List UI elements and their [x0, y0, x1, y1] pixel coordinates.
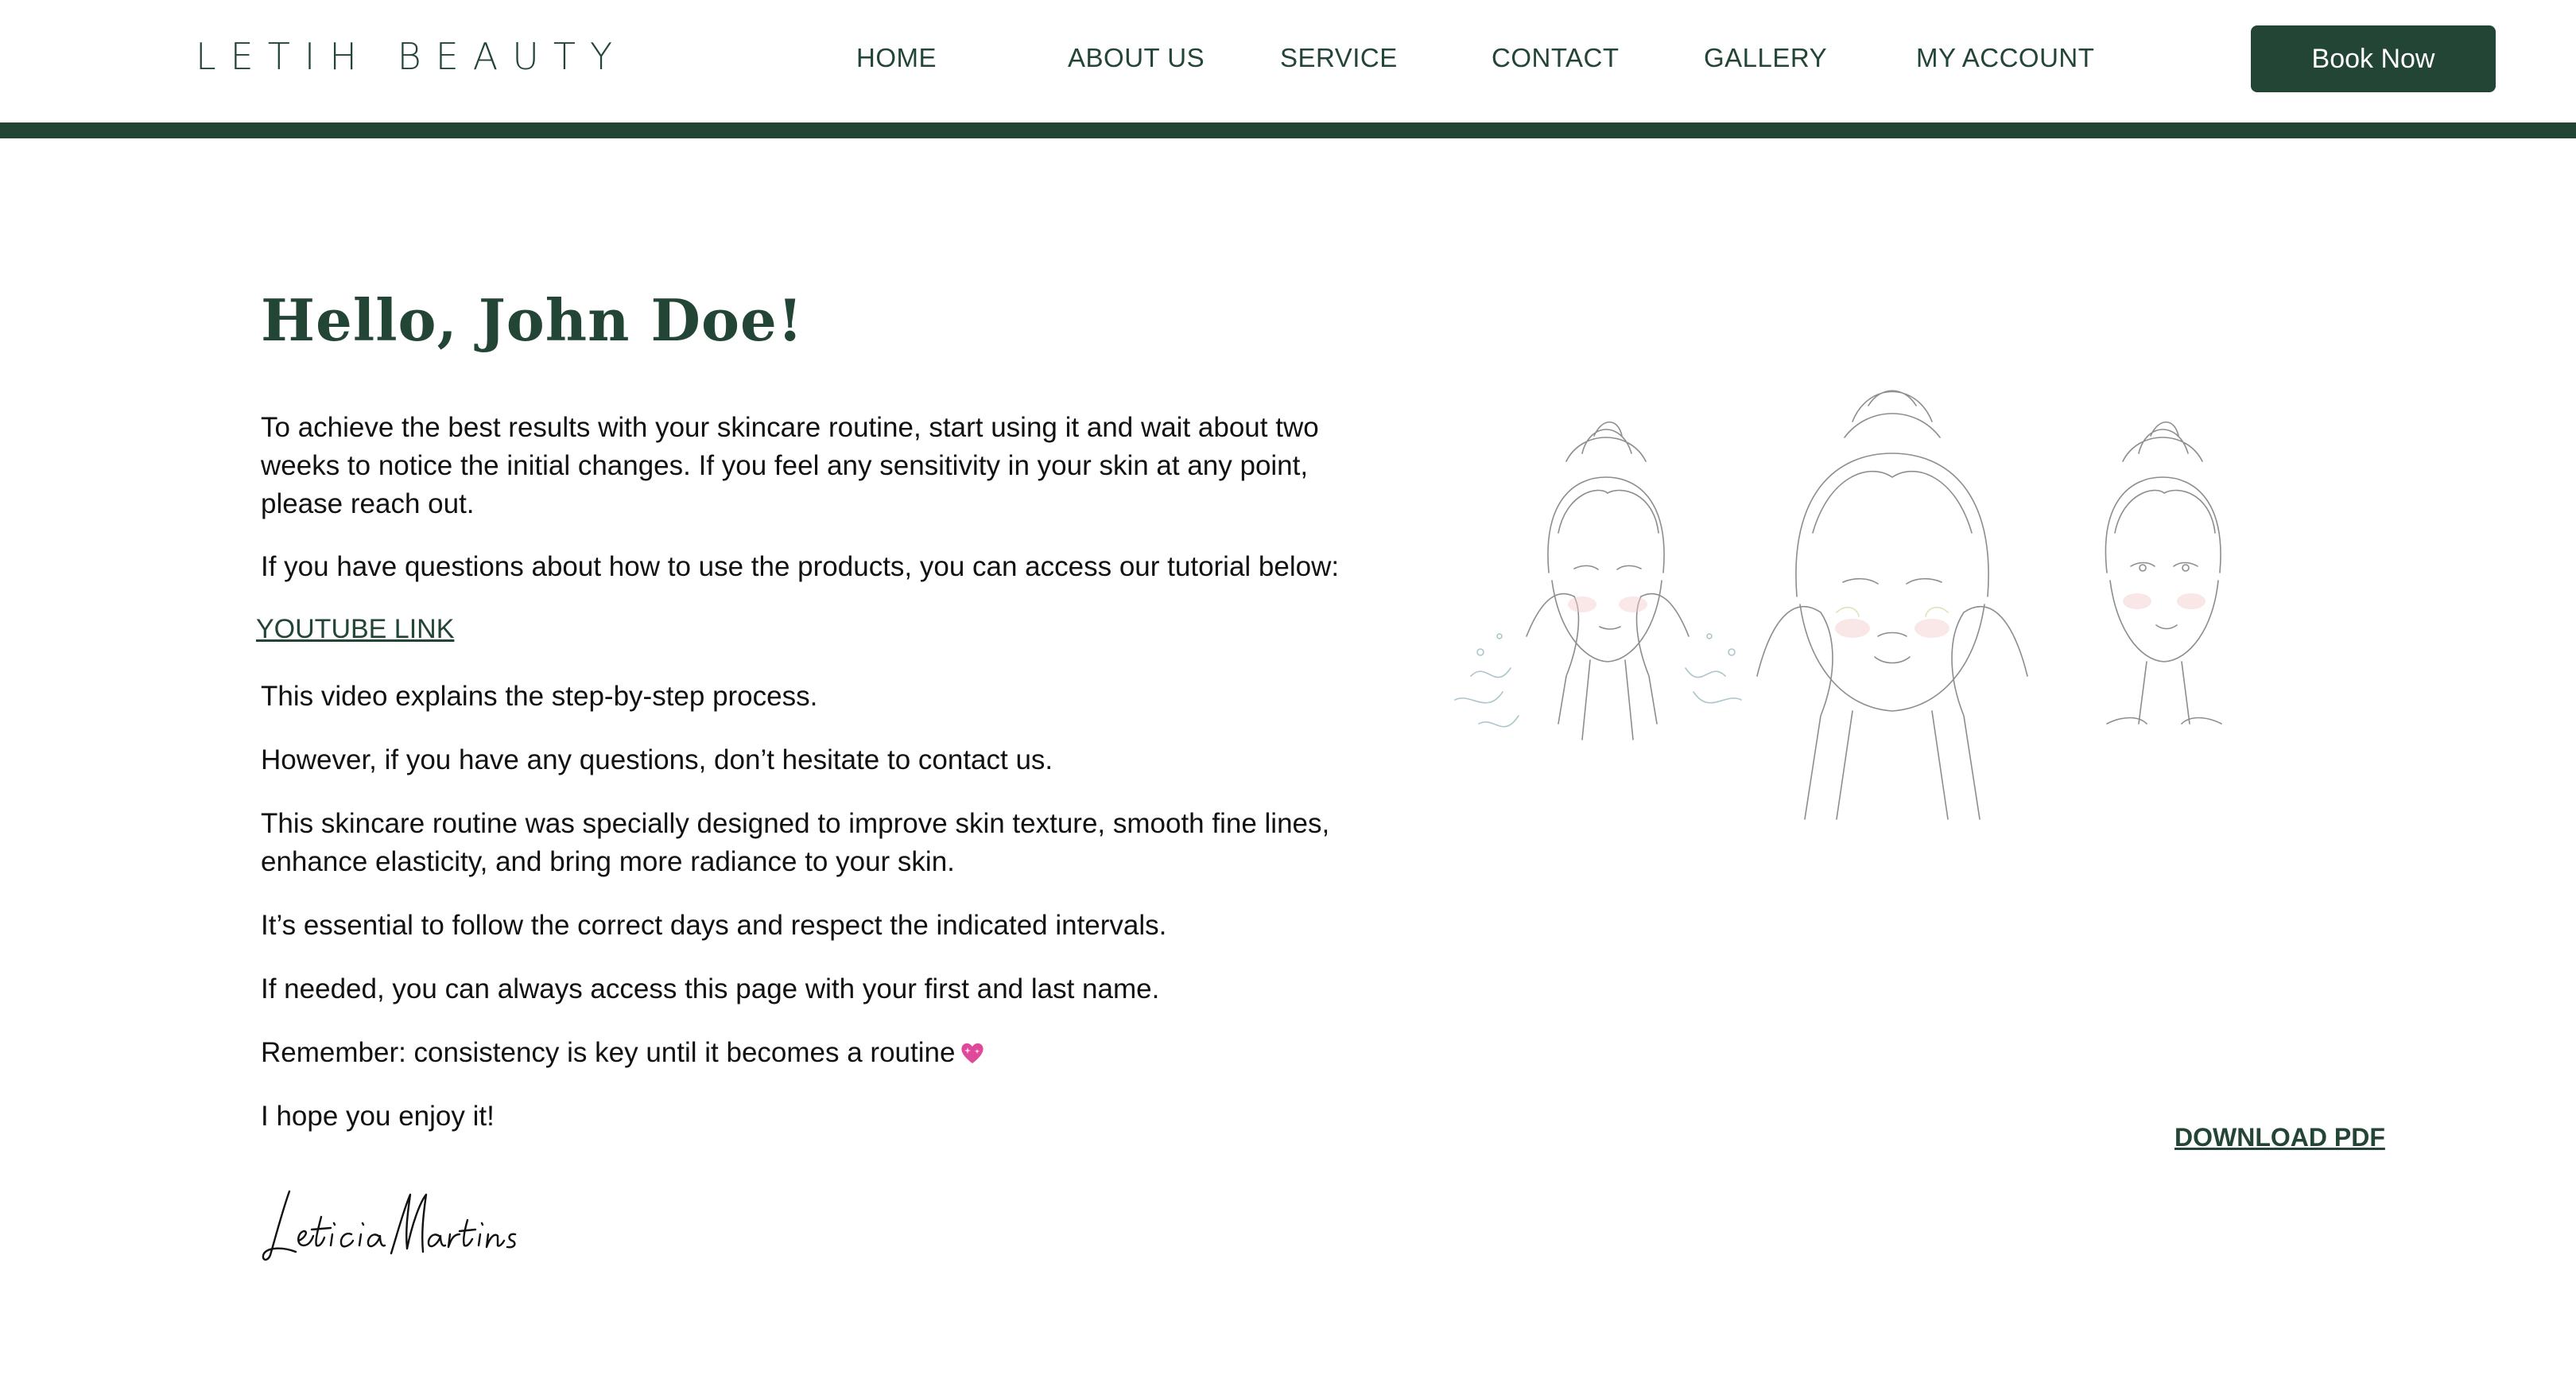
skincare-illustration: [1454, 390, 2222, 820]
closing-paragraph: I hope you enjoy it!: [261, 1101, 495, 1132]
nav-gallery[interactable]: GALLERY: [1704, 43, 1827, 73]
consistency-text: Remember: consistency is key until it be…: [261, 1037, 956, 1068]
routine-paragraph: This skincare routine was specially desi…: [261, 808, 1330, 877]
book-now-button[interactable]: Book Now: [2251, 25, 2496, 92]
site-logo[interactable]: LETIH BEAUTY: [196, 35, 627, 78]
nav-service[interactable]: SERVICE: [1280, 43, 1398, 73]
nav-home[interactable]: HOME: [856, 43, 937, 73]
video-paragraph: This video explains the step-by-step pro…: [261, 681, 818, 712]
nav-about-us[interactable]: ABOUT US: [1068, 43, 1205, 73]
consistency-paragraph: Remember: consistency is key until it be…: [261, 1034, 1390, 1072]
nav-my-account[interactable]: MY ACCOUNT: [1916, 43, 2094, 73]
sparkling-heart-icon: [961, 1043, 984, 1063]
intro-paragraph: To achieve the best results with your sk…: [261, 412, 1319, 519]
youtube-link[interactable]: YOUTUBE LINK: [256, 614, 454, 645]
questions-paragraph: However, if you have any questions, don’…: [261, 744, 1053, 775]
greeting-title: Hello, John Doe!: [261, 286, 804, 354]
header-divider-bar: [0, 122, 2576, 138]
nav-contact[interactable]: CONTACT: [1492, 43, 1620, 73]
download-pdf-link[interactable]: DOWNLOAD PDF: [2174, 1123, 2385, 1152]
handwritten-signature: [262, 1190, 517, 1261]
tutorial-paragraph: If you have questions about how to use t…: [261, 551, 1340, 582]
intervals-paragraph: It’s essential to follow the correct day…: [261, 910, 1167, 941]
site-header: LETIH BEAUTY HOME ABOUT US SERVICE CONTA…: [0, 0, 2576, 122]
access-paragraph: If needed, you can always access this pa…: [261, 973, 1160, 1004]
